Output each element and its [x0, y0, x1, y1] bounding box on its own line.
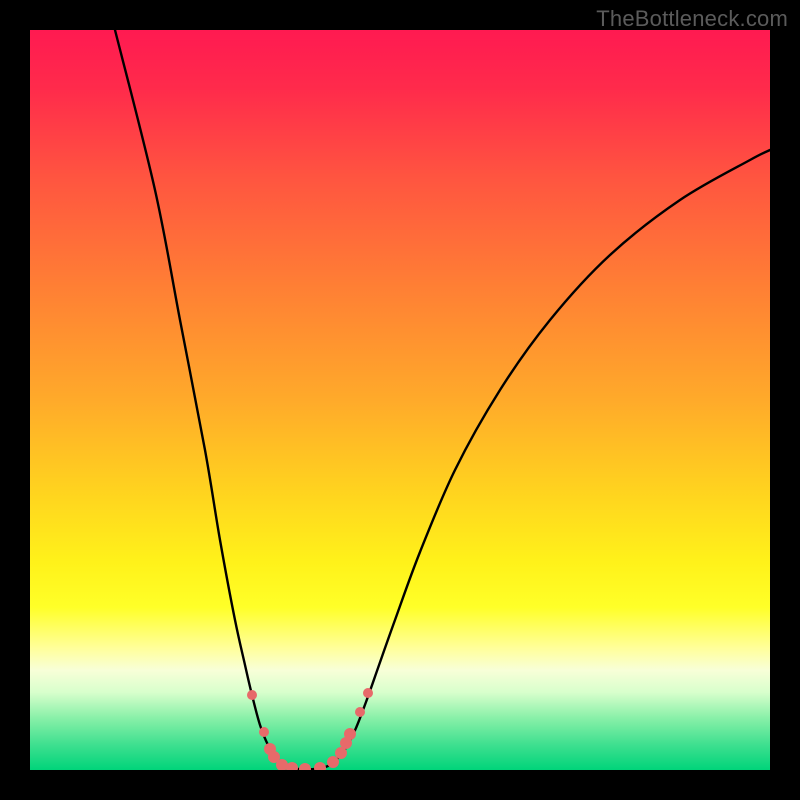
curve-marker — [355, 707, 365, 717]
chart-frame: TheBottleneck.com — [0, 0, 800, 800]
curve-marker — [247, 690, 257, 700]
curve-marker — [314, 762, 326, 770]
curve-markers — [247, 688, 373, 770]
bottleneck-curve — [115, 30, 770, 769]
curve-marker — [344, 728, 356, 740]
plot-area — [30, 30, 770, 770]
curve-marker — [363, 688, 373, 698]
curve-marker — [259, 727, 269, 737]
watermark-text: TheBottleneck.com — [596, 6, 788, 32]
curve-marker — [327, 756, 339, 768]
curve-marker — [299, 763, 311, 770]
curve-layer — [30, 30, 770, 770]
curve-marker — [286, 762, 298, 770]
